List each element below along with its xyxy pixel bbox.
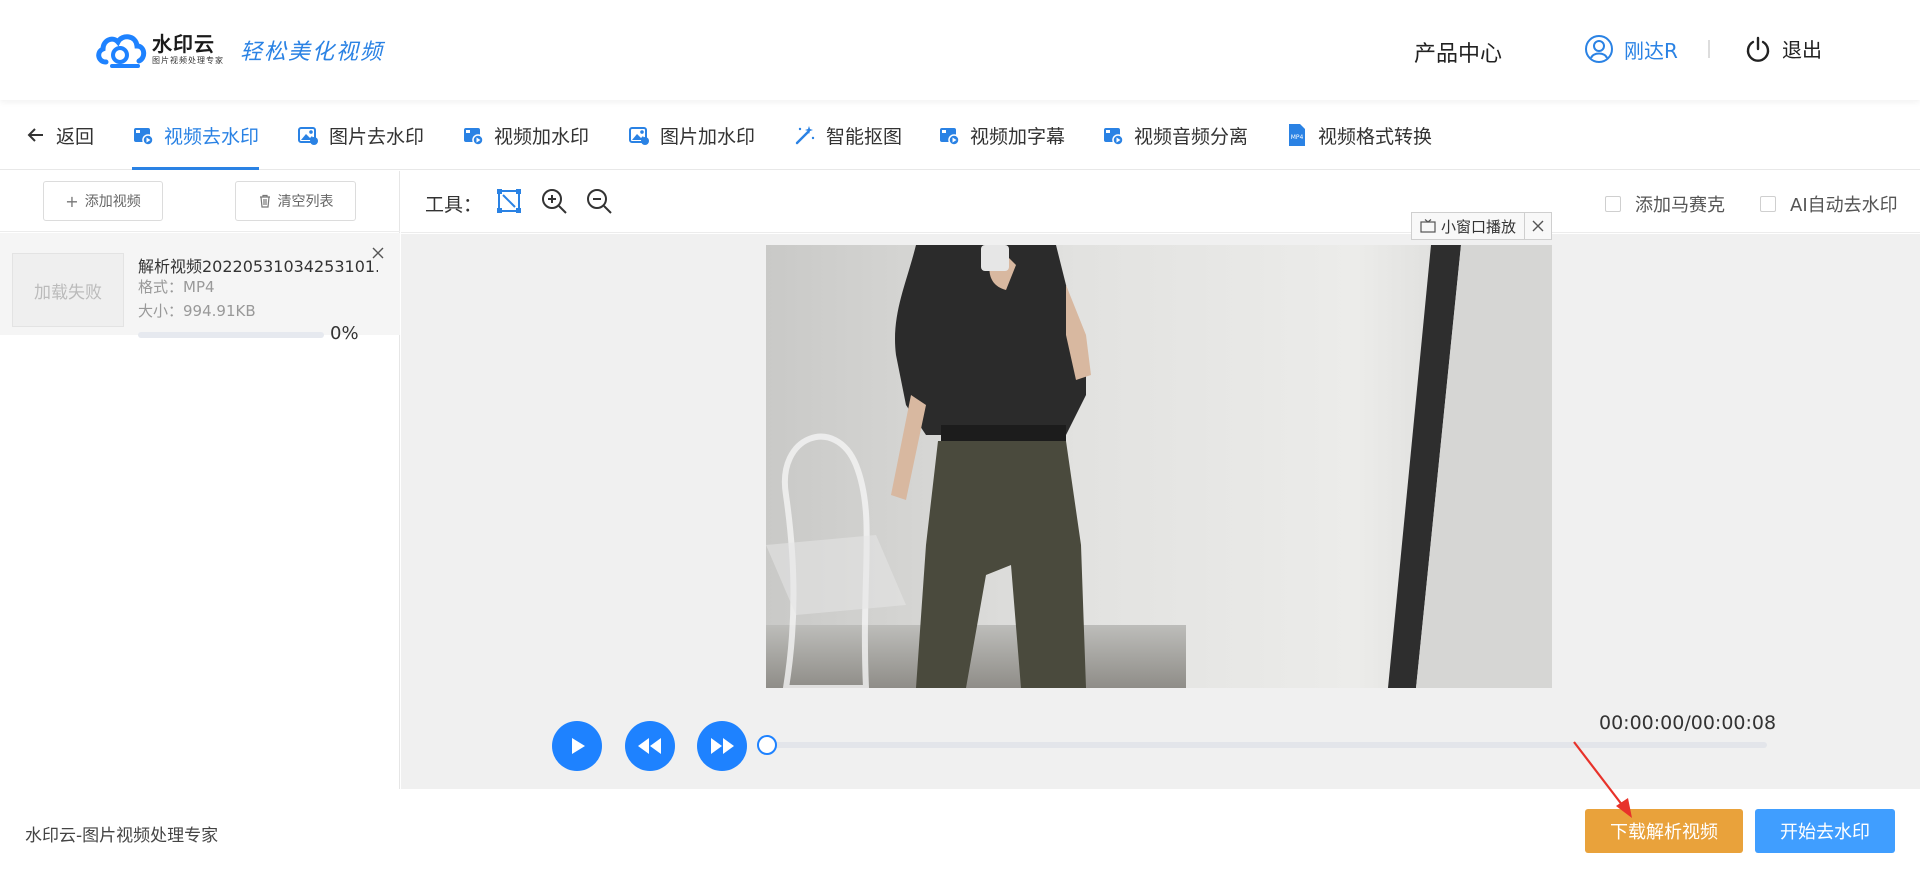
close-icon[interactable] xyxy=(370,245,386,261)
feature-tab-bar: 返回 视频去水印 图片去水印 视频加水印 图片加水印 智能抠图 视频加字幕 视频… xyxy=(0,100,1920,170)
cloud-logo-icon xyxy=(94,28,148,72)
tab-label: 视频去水印 xyxy=(164,125,260,148)
file-size: 大小：994.91KB xyxy=(138,302,256,320)
mini-window-toggle[interactable]: 小窗口播放 xyxy=(1412,213,1524,239)
fast-forward-icon xyxy=(711,738,734,754)
tab-label: 图片加水印 xyxy=(660,125,756,148)
video-frame-image xyxy=(766,245,1552,688)
play-icon xyxy=(572,738,585,754)
tab-image-remove-watermark[interactable]: 图片去水印 xyxy=(297,100,424,170)
video-icon xyxy=(940,128,960,146)
select-area-icon[interactable] xyxy=(495,187,523,215)
video-preview[interactable] xyxy=(766,245,1552,688)
download-label: 下载解析视频 xyxy=(1610,822,1718,843)
tab-label: 视频音频分离 xyxy=(1134,125,1249,148)
power-icon xyxy=(1746,36,1770,62)
trash-icon xyxy=(259,194,270,208)
fast-forward-button[interactable] xyxy=(697,721,747,771)
svg-text:MP4: MP4 xyxy=(1291,134,1304,141)
file-progress-label: 0% xyxy=(330,323,359,344)
rewind-icon xyxy=(638,738,661,754)
product-center-link[interactable]: 产品中心 xyxy=(1414,36,1502,68)
video-thumbnail: 加载失败 xyxy=(12,253,124,327)
player-controls: 00:00:00/00:00:08 xyxy=(401,704,1920,789)
user-name: 刚达R xyxy=(1624,38,1678,63)
ai-auto-remove-checkbox[interactable]: AI自动去水印 xyxy=(1760,191,1898,217)
tab-video-audio-separation[interactable]: 视频音频分离 xyxy=(1102,100,1248,170)
logout-label: 退出 xyxy=(1782,38,1822,62)
tool-bar: 工具： 添加马赛克 AI自动去水印 xyxy=(401,171,1920,233)
image-icon xyxy=(298,127,318,145)
logo-name: 水印云 xyxy=(152,32,215,56)
checkbox-box xyxy=(1760,196,1776,212)
mini-window-close[interactable] xyxy=(1524,213,1551,239)
arrow-left-icon xyxy=(27,128,43,142)
playback-progress-handle[interactable] xyxy=(757,735,777,755)
start-remove-watermark-button[interactable]: 开始去水印 xyxy=(1755,809,1895,853)
tab-image-add-watermark[interactable]: 图片加水印 xyxy=(628,100,755,170)
mini-window-label: 小窗口播放 xyxy=(1441,217,1517,236)
zoom-out-icon[interactable] xyxy=(585,187,613,215)
back-button[interactable]: 返回 xyxy=(26,100,94,170)
header-divider xyxy=(1708,40,1710,58)
clear-list-button[interactable]: 清空列表 xyxy=(235,181,356,221)
start-label: 开始去水印 xyxy=(1780,822,1870,843)
play-button[interactable] xyxy=(552,721,602,771)
tab-label: 智能抠图 xyxy=(826,125,903,148)
clear-list-label: 清空列表 xyxy=(277,194,334,210)
image-icon xyxy=(629,127,649,145)
logo-slogan: 轻松美化视频 xyxy=(240,40,385,65)
tab-video-format-conversion[interactable]: MP4 视频格式转换 xyxy=(1286,100,1432,170)
tools-label: 工具： xyxy=(425,194,483,216)
add-video-button[interactable]: + 添加视频 xyxy=(43,181,163,221)
video-icon xyxy=(464,128,484,146)
plus-icon: + xyxy=(65,191,79,211)
divider xyxy=(0,231,400,232)
add-mosaic-label: 添加马赛克 xyxy=(1635,195,1725,216)
tab-video-add-subtitles[interactable]: 视频加字幕 xyxy=(938,100,1065,170)
footer-brand-text: 水印云-图片视频处理专家 xyxy=(25,826,219,846)
file-format: 格式：MP4 xyxy=(138,278,215,296)
file-list-item[interactable]: 加载失败 解析视频20220531034253101... 格式：MP4 大小：… xyxy=(0,233,400,344)
tab-label: 图片去水印 xyxy=(329,125,425,148)
logo[interactable]: 水印云 图片视频处理专家 轻松美化视频 xyxy=(94,28,384,72)
tv-icon xyxy=(1420,219,1436,233)
logout-button[interactable]: 退出 xyxy=(1744,34,1822,63)
add-video-label: 添加视频 xyxy=(84,194,141,210)
tab-video-remove-watermark[interactable]: 视频去水印 xyxy=(132,100,260,170)
annotation-arrow xyxy=(1573,741,1632,818)
user-avatar-icon xyxy=(1585,35,1613,63)
video-icon xyxy=(134,128,154,146)
tab-smart-cutout[interactable]: 智能抠图 xyxy=(794,100,902,170)
preview-stage: 小窗口播放 xyxy=(401,212,1920,704)
close-icon xyxy=(1532,220,1544,232)
add-mosaic-checkbox[interactable]: 添加马赛克 xyxy=(1605,191,1725,217)
top-header: 水印云 图片视频处理专家 轻松美化视频 产品中心 刚达R 退出 xyxy=(0,0,1920,100)
thumbnail-status: 加载失败 xyxy=(34,282,102,303)
tab-label: 视频格式转换 xyxy=(1318,125,1433,148)
file-name: 解析视频20220531034253101... xyxy=(138,257,378,276)
ai-auto-remove-label: AI自动去水印 xyxy=(1790,195,1898,216)
file-list-panel: + 添加视频 清空列表 加载失败 解析视频20220531034253101..… xyxy=(0,171,400,789)
video-icon xyxy=(1104,128,1124,146)
mp4-file-icon: MP4 xyxy=(1289,124,1305,146)
checkbox-box xyxy=(1605,196,1621,212)
tab-video-add-watermark[interactable]: 视频加水印 xyxy=(462,100,589,170)
rewind-button[interactable] xyxy=(625,721,675,771)
magic-wand-icon xyxy=(795,126,815,145)
tab-label: 视频加水印 xyxy=(494,125,590,148)
mini-window-play-button[interactable]: 小窗口播放 xyxy=(1411,212,1553,240)
back-label: 返回 xyxy=(56,125,95,148)
zoom-in-icon[interactable] xyxy=(540,187,568,215)
file-progress-bar xyxy=(138,332,324,338)
logo-subtitle: 图片视频处理专家 xyxy=(152,56,224,65)
playback-time: 00:00:00/00:00:08 xyxy=(1599,712,1777,734)
user-menu[interactable]: 刚达R xyxy=(1584,34,1678,64)
tab-label: 视频加字幕 xyxy=(970,125,1066,148)
